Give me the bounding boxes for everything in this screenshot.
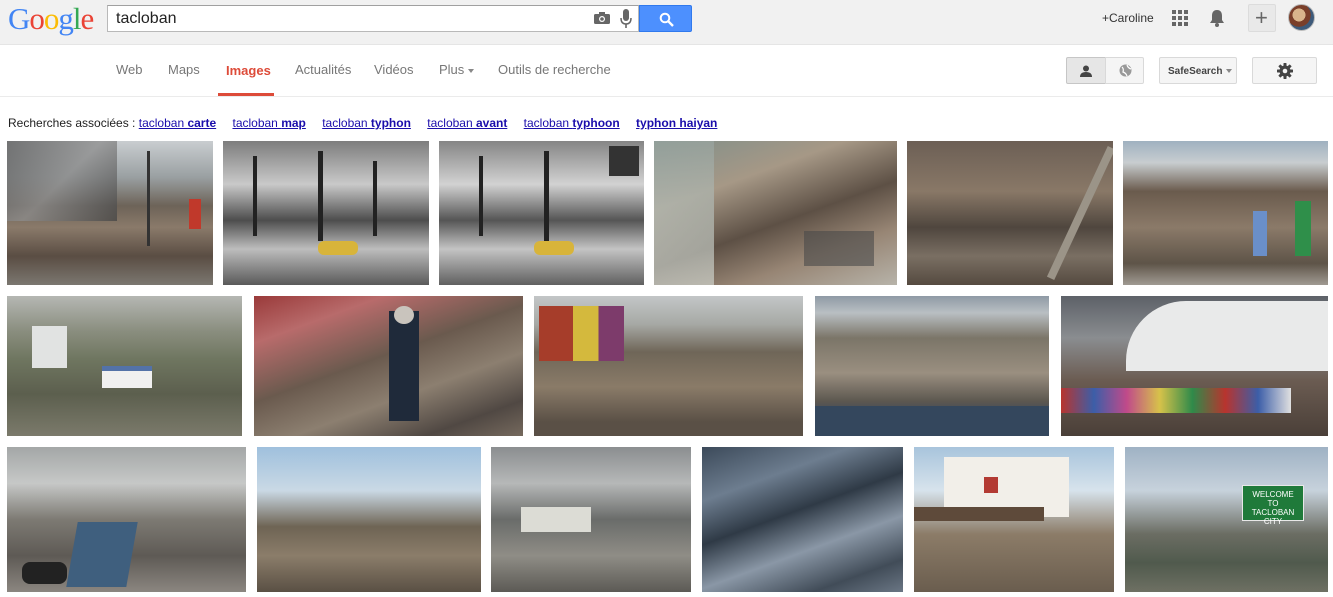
related-link-bold: map [281, 116, 306, 130]
plus-icon: + [1255, 5, 1268, 30]
apps-grid-icon[interactable] [1172, 10, 1188, 26]
related-link[interactable]: tacloban map [232, 116, 305, 130]
person-icon [1080, 65, 1092, 77]
tab-more[interactable]: Plus [439, 62, 475, 77]
tab-news[interactable]: Actualités [295, 62, 351, 77]
related-link-bold: carte [187, 116, 217, 130]
avatar[interactable] [1288, 4, 1315, 31]
logo-letter: g [58, 1, 73, 36]
related-link[interactable]: tacloban avant [427, 116, 507, 130]
notification-bell-icon[interactable] [1209, 9, 1225, 27]
related-prefix: Recherches associées : [8, 116, 136, 130]
tab-maps[interactable]: Maps [168, 62, 200, 77]
top-bar: Google +Caroline + [0, 0, 1333, 45]
related-link[interactable]: typhon haiyan [636, 116, 717, 130]
tab-web[interactable]: Web [116, 62, 143, 77]
search-button[interactable] [639, 5, 692, 32]
settings-button[interactable] [1252, 57, 1317, 84]
image-result[interactable] [534, 296, 803, 436]
related-link[interactable]: tacloban carte [139, 116, 216, 130]
gear-icon [1277, 63, 1293, 79]
related-link-bold: typhoon [572, 116, 620, 130]
image-result[interactable]: WELCOME TO TACLOBAN CITY [1125, 447, 1328, 592]
image-result[interactable] [1123, 141, 1328, 285]
global-results-button[interactable] [1105, 57, 1144, 84]
active-tab-indicator [218, 93, 274, 96]
image-result[interactable] [7, 141, 213, 285]
related-link-plain: tacloban [427, 116, 476, 130]
search-box [107, 5, 639, 32]
related-link-plain: tacloban [232, 116, 282, 130]
logo-letter: l [72, 1, 82, 36]
image-result[interactable] [815, 296, 1049, 436]
google-logo[interactable]: Google [8, 1, 95, 36]
tab-images[interactable]: Images [226, 63, 271, 78]
image-result[interactable] [491, 447, 691, 592]
logo-letter: G [8, 1, 30, 36]
tab-videos[interactable]: Vidéos [374, 62, 414, 77]
image-result[interactable] [7, 296, 242, 436]
image-result[interactable] [223, 141, 429, 285]
image-result[interactable] [914, 447, 1114, 592]
user-name-link[interactable]: +Caroline [1102, 11, 1154, 25]
related-link-plain: tacloban [138, 116, 188, 130]
related-link[interactable]: tacloban typhon [322, 116, 411, 130]
personal-results-button[interactable] [1066, 57, 1106, 84]
sign-line-1: WELCOME [1252, 490, 1294, 499]
chevron-down-icon [468, 68, 475, 73]
safesearch-dropdown[interactable]: SafeSearch [1159, 57, 1237, 84]
logo-letter: e [80, 1, 95, 36]
related-searches: Recherches associées : tacloban carte ta… [8, 116, 730, 130]
related-link-plain: tacloban [322, 116, 371, 130]
related-link-bold: typhon [370, 116, 411, 130]
microphone-icon[interactable] [620, 9, 632, 29]
related-link[interactable]: tacloban typhoon [524, 116, 620, 130]
image-result[interactable] [439, 141, 644, 285]
tab-more-label: Plus [439, 62, 465, 77]
image-result[interactable] [7, 447, 246, 592]
share-plus-button[interactable]: + [1248, 4, 1276, 32]
image-result[interactable] [1061, 296, 1328, 436]
image-result[interactable] [907, 141, 1113, 285]
chevron-down-icon [1226, 69, 1233, 74]
sign-line-2: TO [1267, 499, 1279, 508]
search-input[interactable] [116, 9, 586, 29]
image-result[interactable] [654, 141, 897, 285]
nav-bar: Web Maps Images Actualités Vidéos Plus O… [0, 46, 1333, 97]
welcome-sign: WELCOME TO TACLOBAN CITY [1242, 485, 1304, 526]
search-icon [659, 12, 674, 27]
related-link-bold: typhon haiyan [636, 116, 718, 130]
image-result[interactable] [254, 296, 523, 436]
sign-line-3: TACLOBAN CITY [1251, 508, 1295, 526]
logo-letter: o [29, 1, 44, 36]
logo-letter: o [43, 1, 59, 36]
globe-icon [1119, 64, 1132, 77]
safesearch-label: SafeSearch [1168, 66, 1223, 77]
related-link-plain: tacloban [523, 116, 573, 130]
related-link-bold: avant [475, 116, 508, 130]
camera-icon[interactable] [594, 12, 610, 24]
image-result[interactable] [702, 447, 903, 592]
search-tools-button[interactable]: Outils de recherche [498, 62, 611, 77]
image-result[interactable] [257, 447, 481, 592]
